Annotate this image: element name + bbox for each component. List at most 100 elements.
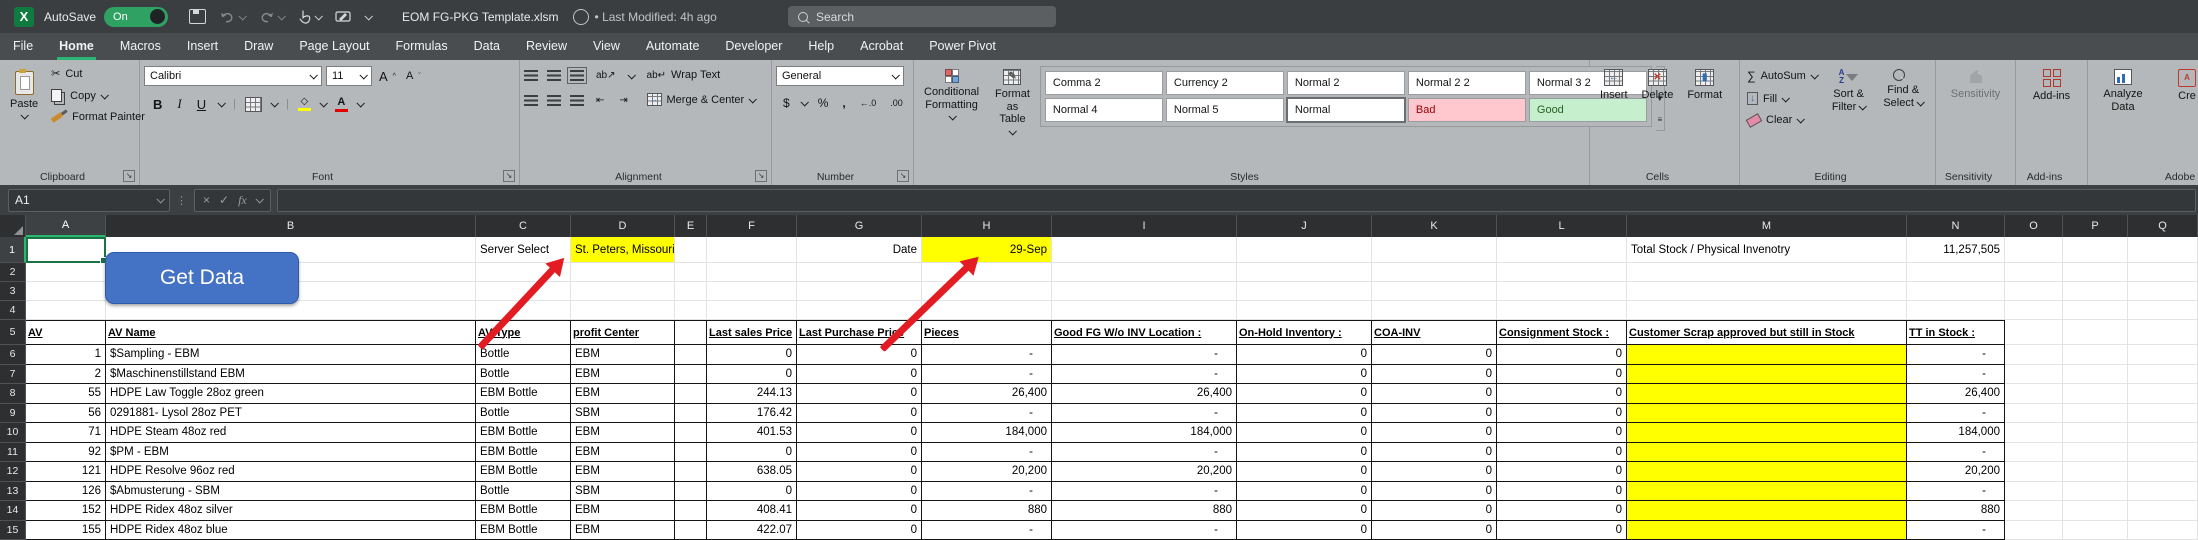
cell-J9[interactable]: 0	[1237, 404, 1372, 424]
sort-filter-button[interactable]: AZ Sort &Filter	[1826, 66, 1872, 116]
cell-style-comma-2[interactable]: Comma 2	[1045, 71, 1163, 95]
col-header-C[interactable]: C	[476, 215, 571, 237]
autosave-toggle[interactable]: On	[104, 7, 168, 27]
merge-center-button[interactable]: ↔Merge & Center	[644, 92, 759, 107]
cell-E15[interactable]	[675, 521, 707, 540]
cell-K2[interactable]	[1372, 263, 1497, 282]
cell-L2[interactable]	[1497, 263, 1627, 282]
tab-macros[interactable]: Macros	[107, 33, 174, 60]
cell-J10[interactable]: 0	[1237, 423, 1372, 443]
cell-H14[interactable]: 880	[922, 501, 1052, 521]
redo-button[interactable]	[259, 11, 284, 23]
cell-M4[interactable]	[1627, 301, 1907, 320]
alignment-dialog-launcher[interactable]: ↘	[755, 170, 767, 182]
tab-developer[interactable]: Developer	[712, 33, 795, 60]
cell-O2[interactable]	[2005, 263, 2063, 282]
cell-J6[interactable]: 0	[1237, 345, 1372, 365]
cell-O10[interactable]	[2005, 423, 2063, 443]
cell-B6[interactable]: $Sampling - EBM	[106, 345, 476, 365]
cell-E10[interactable]	[675, 423, 707, 443]
cell-C7[interactable]: Bottle	[476, 365, 571, 385]
tab-help[interactable]: Help	[795, 33, 847, 60]
fill-button[interactable]: ↓Fill	[1744, 91, 1820, 106]
cell-A10[interactable]: 71	[26, 423, 106, 443]
increase-font-button[interactable]: A^	[376, 68, 399, 85]
undo-button[interactable]	[220, 11, 245, 23]
cell-D8[interactable]: EBM	[571, 384, 675, 404]
cell-A11[interactable]: 92	[26, 443, 106, 463]
cell-N5[interactable]: TT in Stock :	[1907, 320, 2005, 345]
sensitivity-button[interactable]: Sensitivity	[1940, 66, 2011, 104]
align-middle-icon[interactable]	[547, 70, 561, 81]
tab-home[interactable]: Home	[46, 33, 107, 60]
cell-L5[interactable]: Consignment Stock :	[1497, 320, 1627, 345]
cell-C6[interactable]: Bottle	[476, 345, 571, 365]
cell-A4[interactable]	[26, 301, 106, 320]
cell-N7[interactable]: -	[1907, 365, 2005, 385]
cell-O1[interactable]	[2005, 237, 2063, 263]
col-header-B[interactable]: B	[106, 215, 476, 237]
cell-G9[interactable]: 0	[797, 404, 922, 424]
col-header-F[interactable]: F	[707, 215, 797, 237]
cell-A3[interactable]	[26, 282, 106, 301]
cell-I4[interactable]	[1052, 301, 1237, 320]
cell-N6[interactable]: -	[1907, 345, 2005, 365]
col-header-J[interactable]: J	[1237, 215, 1372, 237]
cell-O8[interactable]	[2005, 384, 2063, 404]
cell-L8[interactable]: 0	[1497, 384, 1627, 404]
accounting-format-button[interactable]: $	[780, 95, 793, 111]
cut-button[interactable]: ✂Cut	[48, 66, 148, 81]
cell-B13[interactable]: $Abmusterung - SBM	[106, 482, 476, 502]
cell-M14[interactable]	[1627, 501, 1907, 521]
format-painter-button[interactable]: Format Painter	[48, 110, 148, 124]
cell-Q8[interactable]	[2128, 384, 2198, 404]
find-select-button[interactable]: Find &Select	[1877, 66, 1929, 112]
row-header-6[interactable]: 6	[0, 345, 26, 365]
increase-indent-icon[interactable]: ⇥	[616, 94, 630, 107]
cell-H8[interactable]: 26,400	[922, 384, 1052, 404]
cell-J12[interactable]: 0	[1237, 462, 1372, 482]
cell-Q14[interactable]	[2128, 501, 2198, 521]
clipboard-dialog-launcher[interactable]: ↘	[123, 170, 135, 182]
decrease-indent-icon[interactable]: ⇤	[593, 94, 607, 107]
cell-E11[interactable]	[675, 443, 707, 463]
create-pdf-button[interactable]: A Cre	[2162, 66, 2198, 106]
row-header-9[interactable]: 9	[0, 404, 26, 424]
autosum-button[interactable]: ∑AutoSum	[1744, 68, 1820, 84]
cell-E9[interactable]	[675, 404, 707, 424]
row-header-11[interactable]: 11	[0, 443, 26, 463]
tab-data[interactable]: Data	[461, 33, 513, 60]
cell-I1[interactable]	[1052, 237, 1237, 263]
align-bottom-icon[interactable]	[570, 70, 584, 81]
col-header-N[interactable]: N	[1907, 215, 2005, 237]
cell-B8[interactable]: HDPE Law Toggle 28oz green	[106, 384, 476, 404]
cell-F10[interactable]: 401.53	[707, 423, 797, 443]
cell-H2[interactable]	[922, 263, 1052, 282]
cell-K14[interactable]: 0	[1372, 501, 1497, 521]
row-header-12[interactable]: 12	[0, 462, 26, 482]
cell-K12[interactable]: 0	[1372, 462, 1497, 482]
number-dialog-launcher[interactable]: ↘	[897, 170, 909, 182]
cell-L14[interactable]: 0	[1497, 501, 1627, 521]
cell-style-currency-2[interactable]: Currency 2	[1166, 71, 1284, 95]
cell-I13[interactable]: -	[1052, 482, 1237, 502]
increase-decimal-icon[interactable]: ←.0	[857, 97, 880, 109]
touch-mode-button[interactable]	[298, 10, 321, 24]
cell-M10[interactable]	[1627, 423, 1907, 443]
cell-P15[interactable]	[2063, 521, 2128, 540]
borders-icon[interactable]	[245, 97, 262, 112]
col-header-D[interactable]: D	[571, 215, 675, 237]
cell-A13[interactable]: 126	[26, 482, 106, 502]
cell-style-bad[interactable]: Bad	[1408, 98, 1526, 122]
cell-P7[interactable]	[2063, 365, 2128, 385]
cell-D5[interactable]: profit Center	[571, 320, 675, 345]
cell-L12[interactable]: 0	[1497, 462, 1627, 482]
cell-E14[interactable]	[675, 501, 707, 521]
cell-M1[interactable]: Total Stock / Physical Invenotry	[1627, 237, 1907, 263]
cell-J5[interactable]: On-Hold Inventory :	[1237, 320, 1372, 345]
cell-L7[interactable]: 0	[1497, 365, 1627, 385]
cell-O5[interactable]	[2005, 320, 2063, 345]
cell-O9[interactable]	[2005, 404, 2063, 424]
cell-I14[interactable]: 880	[1052, 501, 1237, 521]
cell-C12[interactable]: EBM Bottle	[476, 462, 571, 482]
